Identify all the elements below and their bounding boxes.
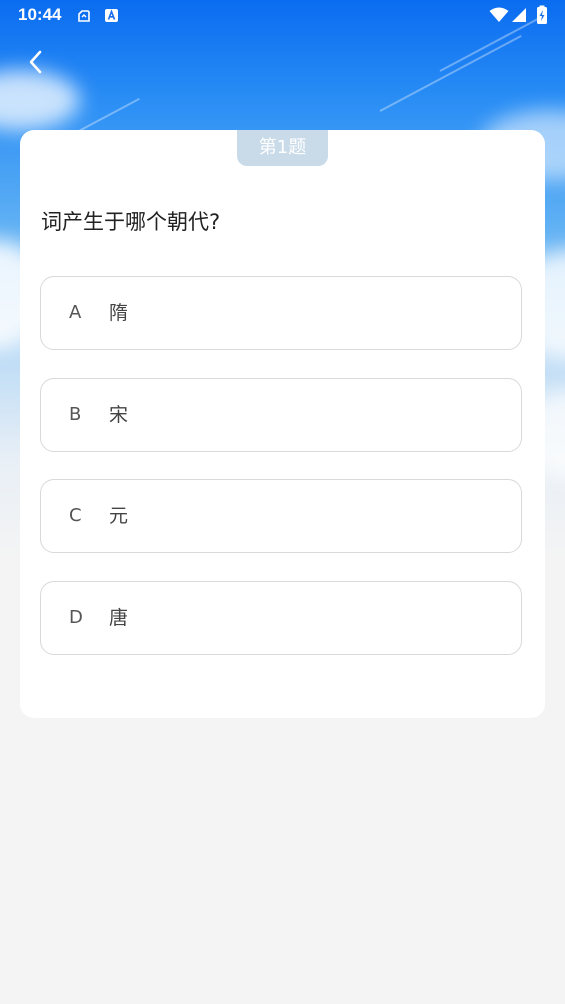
question-number-badge: 第1题	[237, 130, 328, 166]
cloud-sync-icon	[78, 10, 90, 22]
option-letter: B	[69, 404, 82, 425]
question-text: 词产生于哪个朝代?	[41, 210, 221, 234]
option-text: 元	[109, 505, 129, 527]
option-text: 宋	[109, 404, 129, 426]
option-d[interactable]: D 唐	[40, 581, 522, 655]
option-b[interactable]: B 宋	[40, 378, 522, 452]
question-card: 第1题 词产生于哪个朝代? A 隋 B 宋 C 元 D 唐	[20, 130, 545, 718]
option-letter: A	[69, 302, 82, 323]
wifi-icon	[489, 7, 509, 22]
status-bar: 10:44	[0, 0, 565, 32]
battery-charging-icon	[537, 5, 547, 24]
chevron-left-icon	[29, 50, 42, 74]
option-letter: C	[69, 505, 82, 526]
option-a[interactable]: A 隋	[40, 276, 522, 350]
a-badge-icon	[105, 9, 118, 22]
option-letter: D	[69, 607, 83, 628]
light-streak	[379, 35, 522, 112]
option-text: 隋	[109, 302, 129, 324]
back-button[interactable]	[16, 42, 56, 82]
option-c[interactable]: C 元	[40, 479, 522, 553]
option-text: 唐	[109, 607, 129, 629]
signal-icon	[512, 8, 526, 22]
status-time: 10:44	[18, 5, 62, 24]
